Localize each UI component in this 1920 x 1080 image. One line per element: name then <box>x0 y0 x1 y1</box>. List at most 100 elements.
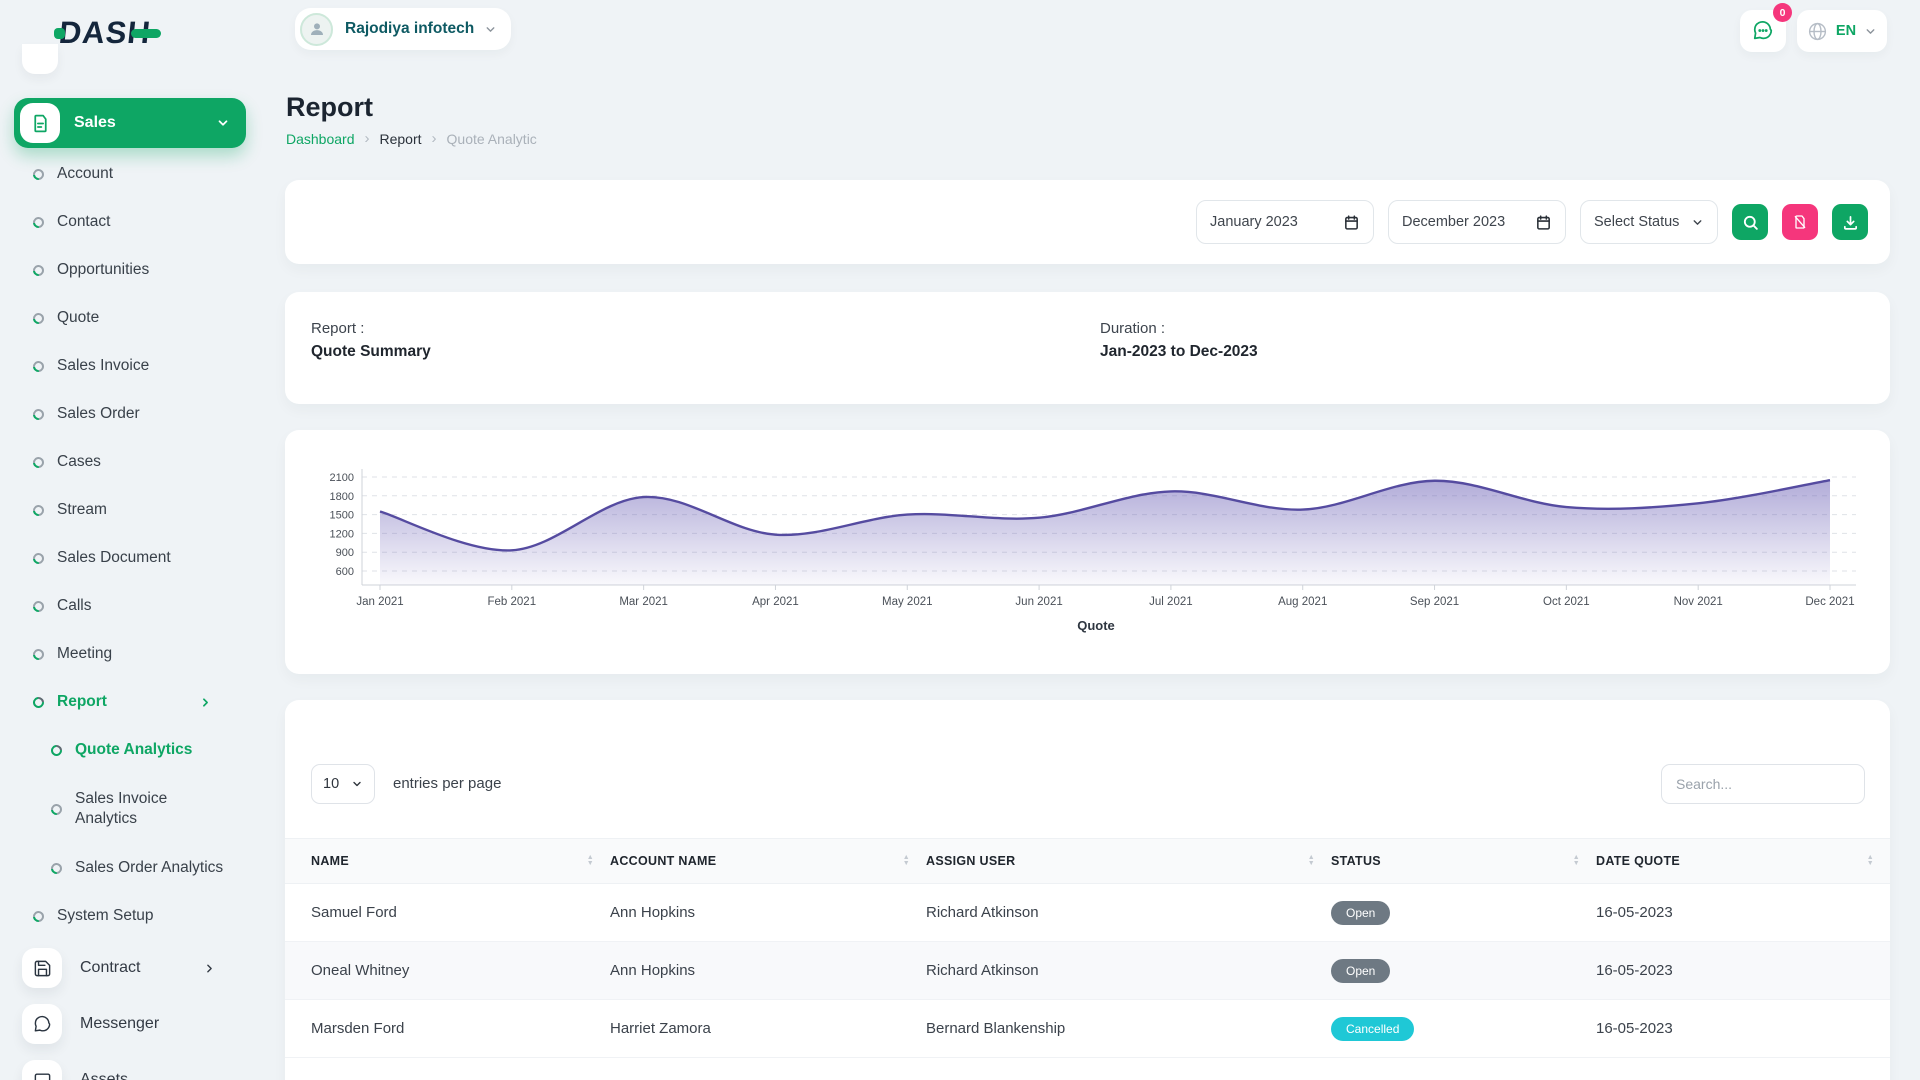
apply-search-button[interactable] <box>1732 204 1768 240</box>
sidebar: DASH Sales Account Contact Opportunities… <box>0 0 260 1080</box>
table-header-row: NAME▲▼ ACCOUNT NAME▲▼ ASSIGN USER▲▼ STAT… <box>285 839 1890 884</box>
svg-text:Nov 2021: Nov 2021 <box>1674 596 1723 608</box>
floppy-icon <box>22 948 62 988</box>
language-selector[interactable]: EN <box>1797 10 1887 52</box>
sidebar-item-stream[interactable]: Stream <box>0 486 260 534</box>
sidebar-item-label: Sales Order <box>57 404 140 424</box>
table-row[interactable]: Marsden Ford Harriet Zamora Bernard Blan… <box>285 1000 1890 1058</box>
table-search-input[interactable] <box>1661 764 1865 804</box>
sort-icon[interactable]: ▲▼ <box>587 855 594 867</box>
cell-date-quote: 16-05-2023 <box>1596 1000 1890 1058</box>
svg-text:Apr 2021: Apr 2021 <box>752 596 799 608</box>
sidebar-item-calls[interactable]: Calls <box>0 582 260 630</box>
sidebar-item-label: Opportunities <box>57 260 149 280</box>
svg-text:2100: 2100 <box>330 472 354 484</box>
app-root: DASH Sales Account Contact Opportunities… <box>0 0 1920 1080</box>
download-button[interactable] <box>1832 204 1868 240</box>
sidebar-item-label: Contact <box>57 212 110 232</box>
column-header-name: NAME <box>311 854 349 868</box>
svg-text:Feb 2021: Feb 2021 <box>488 596 537 608</box>
sidebar-item-assets[interactable]: Assets <box>0 1052 260 1080</box>
app-logo[interactable]: DASH <box>54 16 161 50</box>
sidebar-item-sales-document[interactable]: Sales Document <box>0 534 260 582</box>
file-slash-icon <box>1792 214 1808 230</box>
sort-icon[interactable]: ▲▼ <box>1573 855 1580 867</box>
svg-text:May 2021: May 2021 <box>882 596 933 608</box>
breadcrumb-dashboard[interactable]: Dashboard <box>286 131 355 147</box>
chevron-right-icon <box>203 962 216 975</box>
sort-icon[interactable]: ▲▼ <box>1308 855 1315 867</box>
svg-text:Jul 2021: Jul 2021 <box>1149 596 1192 608</box>
sidebar-item-messenger[interactable]: Messenger <box>0 996 260 1052</box>
partial-scrolled-item <box>22 44 58 74</box>
cell-name: Oneal Whitney <box>285 942 610 1000</box>
circle-icon <box>49 742 64 757</box>
start-date-input[interactable]: January 2023 <box>1196 200 1374 244</box>
sidebar-item-label: Sales Order Analytics <box>75 858 223 878</box>
filter-card: January 2023 December 2023 Select Status <box>285 180 1890 264</box>
cell-assign-user: Bernard Blankenship <box>926 1000 1331 1058</box>
sidebar-item-sales-invoice[interactable]: Sales Invoice <box>0 342 260 390</box>
sidebar-item-sales-invoice-analytics[interactable]: Sales Invoice Analytics <box>0 774 260 844</box>
table-row[interactable]: Oneal Whitney Ann Hopkins Richard Atkins… <box>285 942 1890 1000</box>
sidebar-item-label: Assets <box>80 1070 128 1080</box>
circle-icon <box>49 801 64 816</box>
chat-bubble-icon <box>22 1004 62 1044</box>
svg-text:Jun 2021: Jun 2021 <box>1015 596 1062 608</box>
sidebar-item-label: Meeting <box>57 644 112 664</box>
entries-per-page-label: entries per page <box>393 775 501 792</box>
quote-chart-card: 6009001200150018002100Jan 2021Feb 2021Ma… <box>285 430 1890 674</box>
messages-button[interactable]: 0 <box>1740 10 1786 52</box>
sidebar-item-quote-analytics[interactable]: Quote Analytics <box>0 726 260 774</box>
svg-text:600: 600 <box>336 566 354 578</box>
column-header-account: ACCOUNT NAME <box>610 854 716 868</box>
circle-icon <box>31 358 46 373</box>
reset-filter-button[interactable] <box>1782 204 1818 240</box>
sidebar-item-label: Quote Analytics <box>75 740 192 760</box>
cell-date-quote: 16-05-2023 <box>1596 884 1890 942</box>
table-row[interactable]: Samuel Ford Ann Hopkins Richard Atkinson… <box>285 884 1890 942</box>
workspace-name: Rajodiya infotech <box>345 20 474 38</box>
sidebar-item-account[interactable]: Account <box>0 150 260 198</box>
circle-icon <box>31 908 46 923</box>
calendar-icon <box>1343 214 1360 231</box>
language-code: EN <box>1836 23 1856 39</box>
circle-icon <box>31 166 46 181</box>
sidebar-item-sales[interactable]: Sales <box>14 98 246 148</box>
status-badge: Open <box>1331 901 1390 925</box>
svg-text:Dec 2021: Dec 2021 <box>1805 596 1854 608</box>
sidebar-item-quote[interactable]: Quote <box>0 294 260 342</box>
sidebar-item-contract[interactable]: Contract <box>0 940 260 996</box>
sidebar-item-label: Sales Invoice <box>57 356 149 376</box>
sidebar-item-sales-order[interactable]: Sales Order <box>0 390 260 438</box>
sidebar-item-system-setup[interactable]: System Setup <box>0 892 260 940</box>
circle-icon <box>31 598 46 613</box>
end-date-input[interactable]: December 2023 <box>1388 200 1566 244</box>
page-size-select[interactable]: 10 <box>311 764 375 804</box>
svg-text:1500: 1500 <box>330 510 354 522</box>
sidebar-item-sales-order-analytics[interactable]: Sales Order Analytics <box>0 844 260 892</box>
sidebar-item-meeting[interactable]: Meeting <box>0 630 260 678</box>
calendar-icon <box>1535 214 1552 231</box>
workspace-selector[interactable]: Rajodiya infotech <box>295 8 511 50</box>
sidebar-item-label: Sales <box>74 114 216 132</box>
svg-text:Oct 2021: Oct 2021 <box>1543 596 1590 608</box>
sidebar-item-report[interactable]: Report <box>0 678 260 726</box>
sidebar-item-contact[interactable]: Contact <box>0 198 260 246</box>
end-date-value: December 2023 <box>1402 214 1505 230</box>
report-label: Report : <box>311 320 431 337</box>
sidebar-item-label: Contract <box>80 958 140 978</box>
breadcrumb-report[interactable]: Report <box>380 131 422 147</box>
page-title: Report <box>286 92 373 123</box>
sort-icon[interactable]: ▲▼ <box>1867 855 1874 867</box>
status-select[interactable]: Select Status <box>1580 200 1718 244</box>
sort-icon[interactable]: ▲▼ <box>903 855 910 867</box>
quotes-table-card: 10 entries per page NAME ▲▼ ACCOUNT NAME ▲… <box>285 700 1890 1080</box>
sidebar-item-label: Stream <box>57 500 107 520</box>
sidebar-item-label: Account <box>57 164 113 184</box>
sidebar-item-opportunities[interactable]: Opportunities <box>0 246 260 294</box>
sidebar-item-cases[interactable]: Cases <box>0 438 260 486</box>
breadcrumb: Dashboard › Report › Quote Analytic <box>286 130 537 147</box>
logo-dot-icon <box>54 28 65 39</box>
sidebar-item-label: Sales Invoice Analytics <box>75 789 197 829</box>
